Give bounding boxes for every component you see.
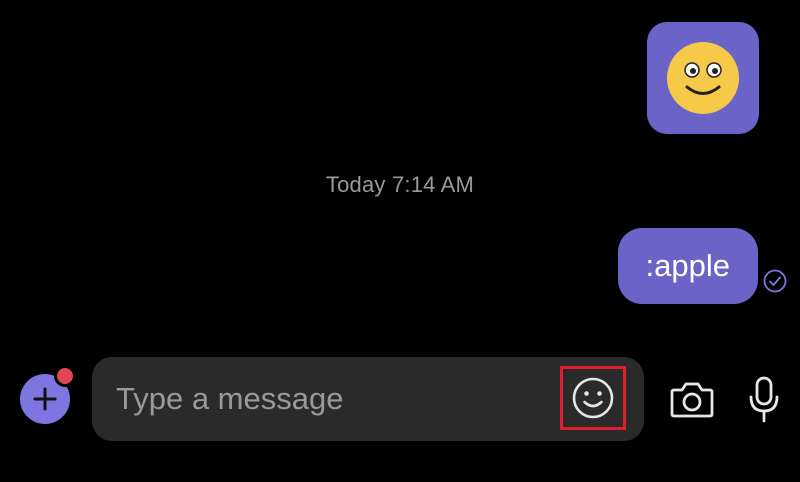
sticker-message[interactable] <box>647 22 759 134</box>
message-field <box>92 357 644 441</box>
message-timestamp: Today 7:14 AM <box>325 172 475 197</box>
chat-screen: Today 7:14 AM :apple <box>0 0 800 482</box>
microphone-button[interactable] <box>740 374 788 426</box>
camera-button[interactable] <box>668 377 716 423</box>
notification-dot <box>54 365 76 387</box>
smiley-sticker-icon <box>667 42 739 114</box>
sent-message-text: :apple <box>645 248 730 283</box>
emoji-button[interactable] <box>560 366 626 430</box>
read-check-icon <box>763 269 787 293</box>
smiley-icon <box>572 377 614 419</box>
camera-icon <box>670 382 714 418</box>
message-input[interactable] <box>116 357 546 441</box>
plus-icon <box>33 387 57 411</box>
sent-message-bubble[interactable]: :apple <box>617 228 758 304</box>
message-composer <box>0 356 800 442</box>
microphone-icon <box>749 376 779 423</box>
